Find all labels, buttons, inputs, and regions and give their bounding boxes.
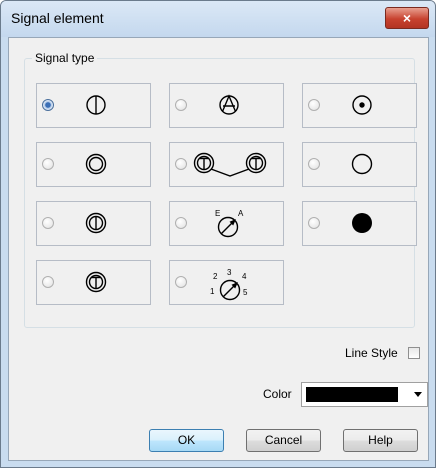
cancel-button[interactable]: Cancel (246, 429, 321, 452)
chevron-down-icon[interactable] (414, 392, 422, 397)
signal-option-double-circle[interactable] (36, 142, 151, 187)
signal-option-double-circle-t[interactable] (36, 260, 151, 305)
filled-circle-icon (352, 213, 372, 233)
circle-with-dot-icon (352, 95, 372, 115)
double-circle-icon (85, 153, 107, 175)
gauge-e-a-icon: E A (215, 209, 244, 238)
signal-element-dialog: Signal element × Signal type E A 2 3 4 1… (0, 0, 436, 468)
signal-option-double-circle-vertical-line[interactable] (36, 201, 151, 246)
help-button[interactable]: Help (343, 429, 418, 452)
gauge-label-1: 1 (210, 287, 215, 296)
close-icon: × (402, 10, 412, 26)
dialog-title: Signal element (11, 10, 104, 26)
color-label: Color (263, 387, 292, 401)
line-style-label: Line Style (345, 346, 398, 360)
double-circle-t-icon (85, 271, 107, 293)
signal-option-circle-with-a[interactable] (169, 83, 284, 128)
color-dropdown[interactable] (301, 382, 428, 407)
signal-type-label: Signal type (32, 51, 98, 65)
signal-option-empty-circle[interactable] (302, 142, 417, 187)
signal-option-filled-circle[interactable] (302, 201, 417, 246)
gauge-1-5-icon: 2 3 4 1 5 (210, 268, 248, 301)
signal-option-double-t-circles-connected[interactable] (169, 142, 284, 187)
double-t-circles-icon (193, 152, 267, 177)
gauge-label-e: E (215, 209, 220, 218)
signal-option-gauge-e-a[interactable]: E A (169, 201, 284, 246)
ok-button[interactable]: OK (149, 429, 224, 452)
gauge-label-2: 2 (213, 272, 218, 281)
double-circle-vertical-line-icon (85, 212, 107, 234)
title-bar: Signal element × (1, 1, 435, 37)
line-style-checkbox[interactable] (408, 347, 420, 359)
gauge-label-3: 3 (227, 268, 232, 277)
gauge-label-a: A (238, 209, 244, 218)
circle-vertical-line-icon (86, 95, 106, 115)
signal-option-circle-vertical-line[interactable] (36, 83, 151, 128)
signal-option-gauge-1-5[interactable]: 2 3 4 1 5 (169, 260, 284, 305)
dialog-body: Signal type E A 2 3 4 1 5 Line Style Col… (8, 37, 429, 461)
empty-circle-icon (351, 153, 373, 175)
close-button[interactable]: × (385, 7, 429, 29)
circle-with-a-icon (219, 94, 239, 115)
gauge-label-5: 5 (243, 288, 248, 297)
color-swatch (306, 387, 398, 402)
gauge-label-4: 4 (242, 272, 247, 281)
signal-option-circle-with-dot[interactable] (302, 83, 417, 128)
